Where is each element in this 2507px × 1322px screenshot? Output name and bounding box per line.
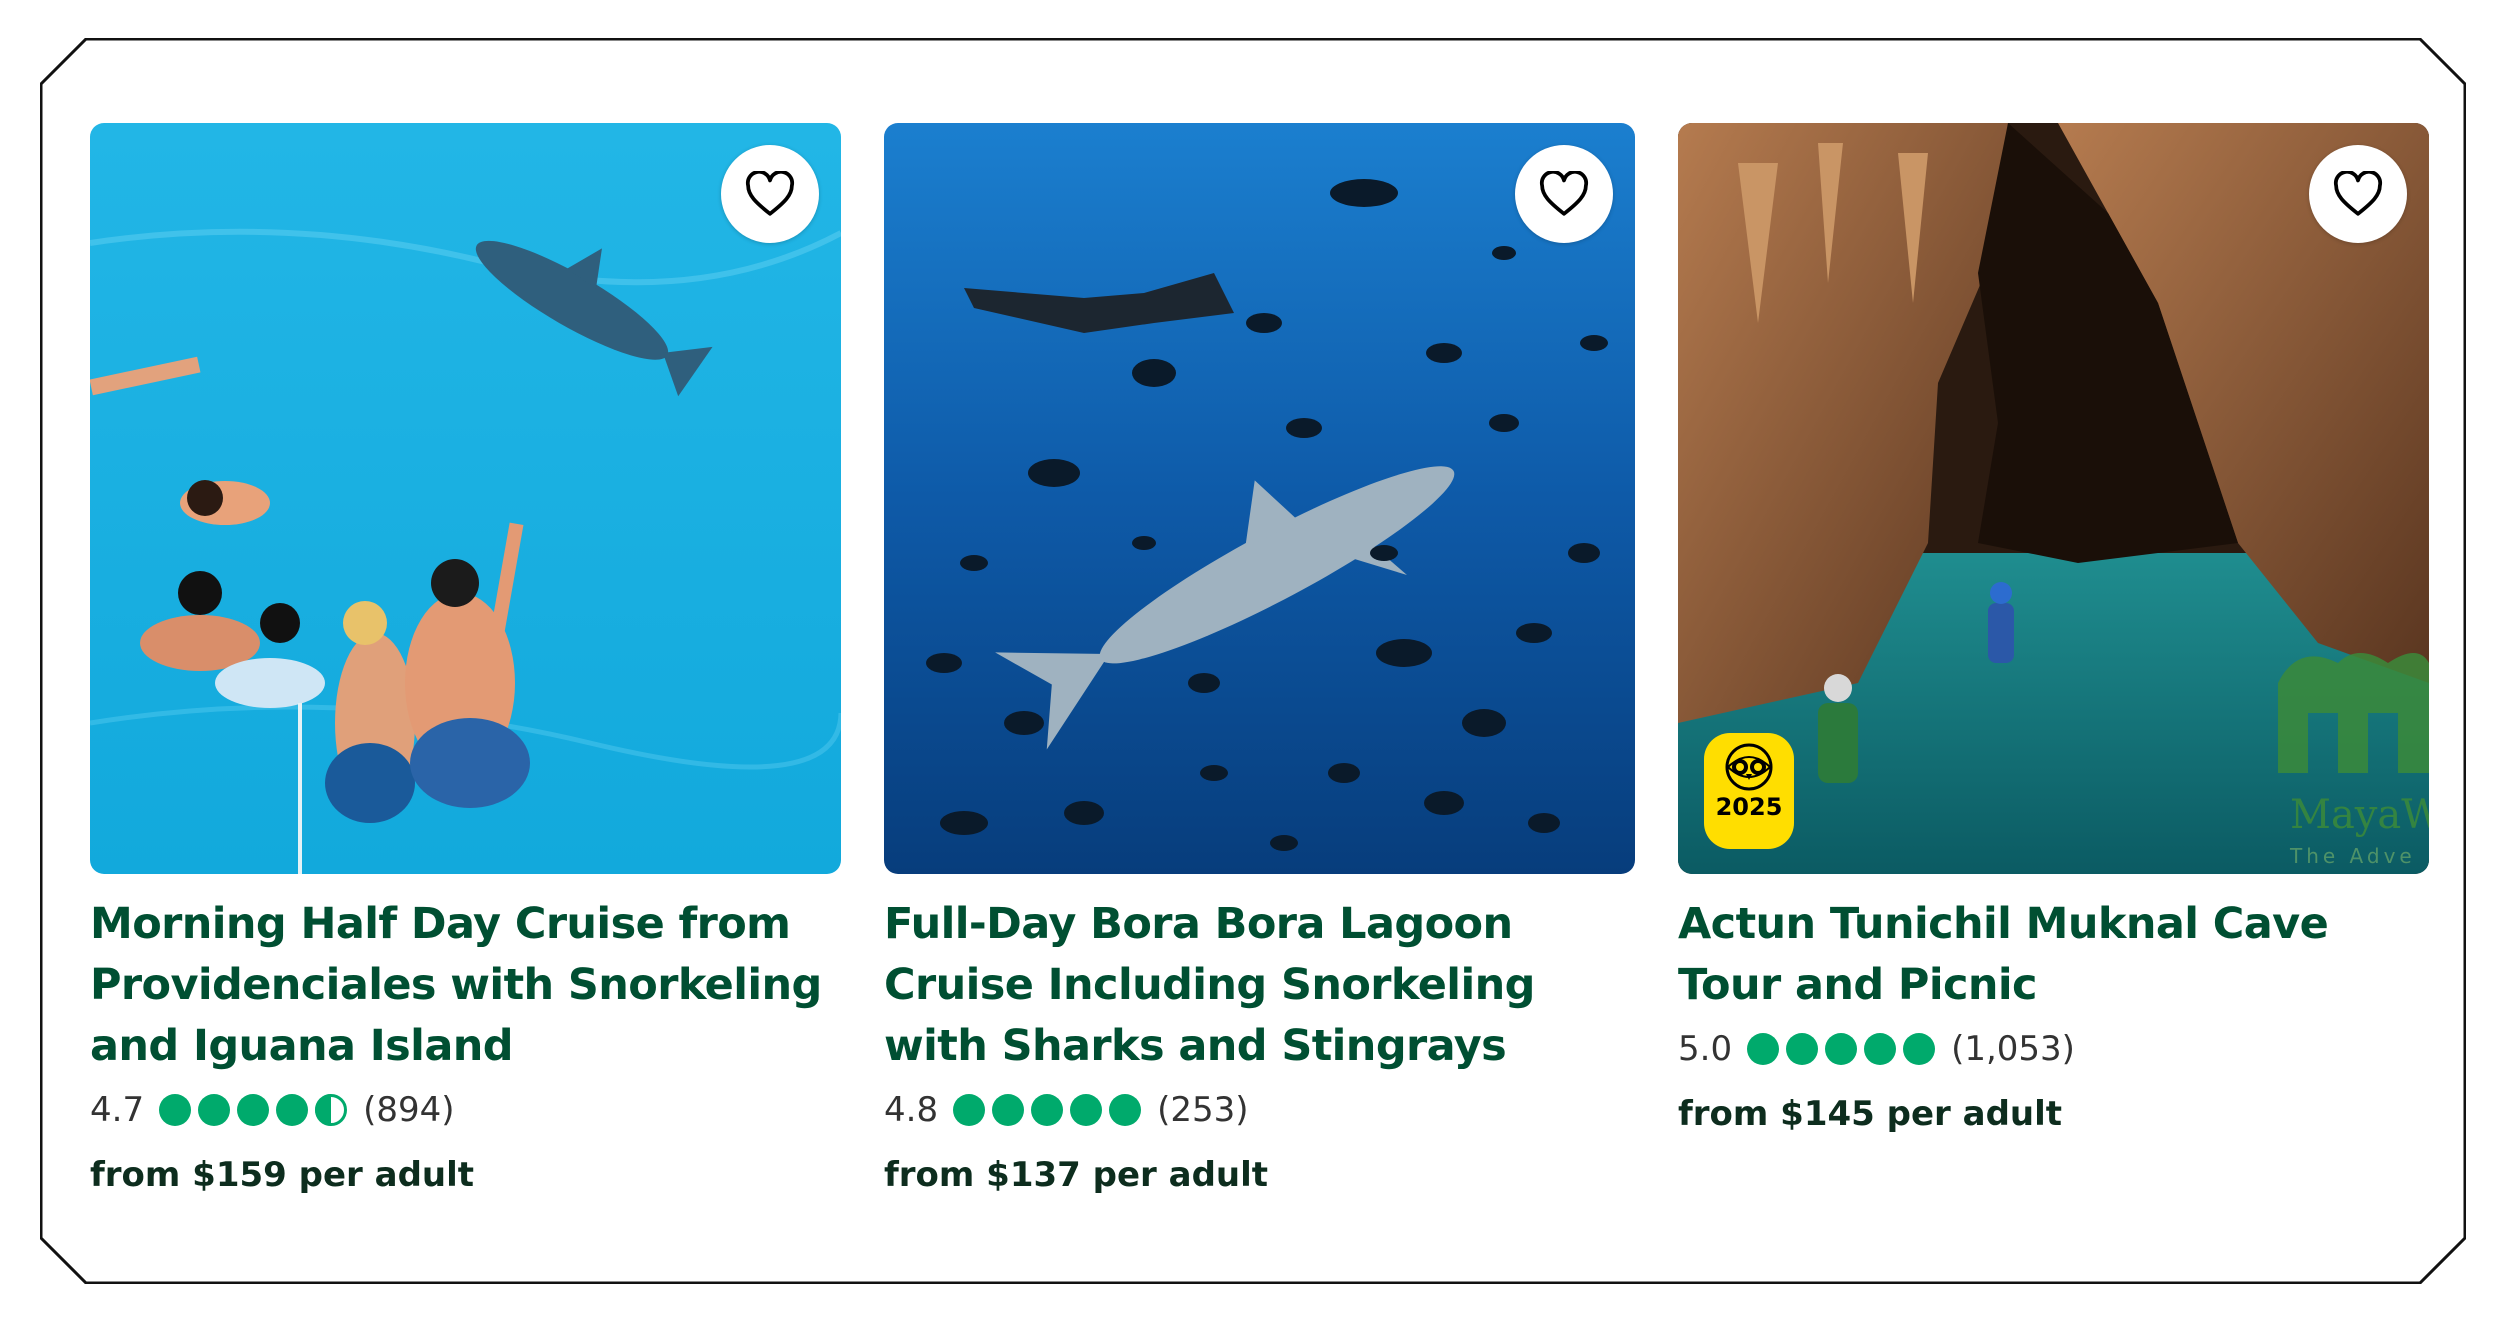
bubble-full-icon — [1070, 1094, 1103, 1126]
rating-score: 4.8 — [884, 1090, 939, 1130]
watermark-text: MayaWa — [2290, 792, 2429, 838]
product-title[interactable]: Morning Half Day Cruise from Providencia… — [90, 894, 841, 1077]
bubble-full-icon — [1786, 1033, 1819, 1065]
product-card-3[interactable]: MayaWa The Adve 2025 Actun Tunichil Mukn… — [1678, 123, 2429, 1134]
rating-bubbles — [1746, 1032, 1941, 1066]
bubble-full-icon — [276, 1094, 309, 1126]
bubble-full-icon — [1109, 1094, 1142, 1126]
bubble-full-icon — [1903, 1033, 1936, 1065]
bubble-full-icon — [953, 1094, 986, 1126]
product-photo[interactable] — [884, 123, 1635, 874]
rating-row: 4.8 (253) — [884, 1087, 1635, 1133]
bubble-full-icon — [992, 1094, 1025, 1126]
product-title[interactable]: Full-Day Bora Bora Lagoon Cruise Includi… — [884, 894, 1635, 1077]
product-photo[interactable] — [90, 123, 841, 874]
bubble-half-icon — [315, 1094, 348, 1126]
rating-score: 4.7 — [90, 1090, 145, 1130]
bubble-full-icon — [1825, 1033, 1858, 1065]
bubble-full-icon — [198, 1094, 231, 1126]
bubble-full-icon — [1864, 1033, 1897, 1065]
product-card-1[interactable]: Morning Half Day Cruise from Providencia… — [90, 123, 841, 1195]
award-year: 2025 — [1715, 793, 1783, 821]
rating-bubbles — [952, 1093, 1147, 1127]
save-to-trip-button[interactable] — [2309, 145, 2407, 243]
heart-icon — [2333, 171, 2383, 216]
rating-bubbles — [158, 1093, 353, 1127]
rating-score: 5.0 — [1678, 1029, 1733, 1069]
price-label: from $159 per adult — [90, 1155, 475, 1195]
heart-icon — [1539, 171, 1589, 216]
bubble-full-icon — [159, 1094, 192, 1126]
watermark-subtext: The Adve — [2289, 844, 2416, 868]
price-label: from $137 per adult — [884, 1155, 1269, 1195]
price-label: from $145 per adult — [1678, 1094, 2063, 1134]
save-to-trip-button[interactable] — [1515, 145, 1613, 243]
rating-row: 5.0 (1,053) — [1678, 1026, 2429, 1072]
bubble-full-icon — [1031, 1094, 1064, 1126]
save-to-trip-button[interactable] — [721, 145, 819, 243]
product-title[interactable]: Actun Tunichil Muknal Cave Tour and Picn… — [1678, 894, 2429, 1016]
rating-row: 4.7 (894) — [90, 1087, 841, 1133]
owl-logo-icon — [1725, 743, 1773, 791]
heart-icon — [745, 171, 795, 216]
review-count: (253) — [1157, 1090, 1249, 1130]
bubble-full-icon — [1747, 1033, 1780, 1065]
product-card-2[interactable]: Full-Day Bora Bora Lagoon Cruise Includi… — [884, 123, 1635, 1195]
review-count: (1,053) — [1951, 1029, 2075, 1069]
travelers-choice-award-badge: 2025 — [1704, 733, 1794, 849]
bubble-full-icon — [237, 1094, 270, 1126]
product-photo[interactable]: MayaWa The Adve 2025 — [1678, 123, 2429, 874]
review-count: (894) — [363, 1090, 455, 1130]
